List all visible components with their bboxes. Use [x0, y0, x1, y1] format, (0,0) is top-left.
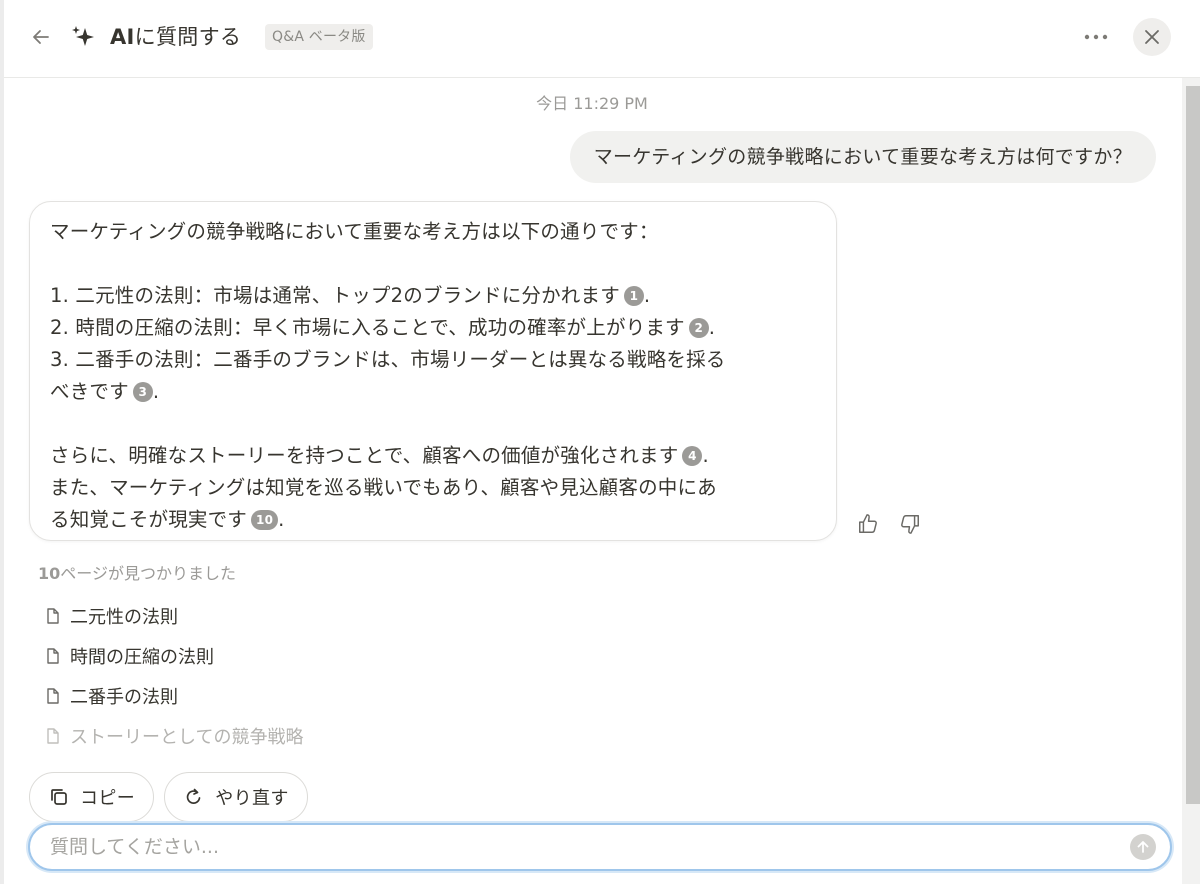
- beta-badge: Q&A ベータ版: [265, 24, 373, 50]
- scrollbar-thumb[interactable]: [1186, 86, 1200, 804]
- answer-paragraph: る知覚こそが現実です 10.: [50, 508, 285, 531]
- citation-badge[interactable]: 4: [682, 445, 703, 466]
- citation-badge[interactable]: 2: [688, 317, 709, 338]
- page-icon: [47, 688, 59, 704]
- citation-badge[interactable]: 3: [132, 381, 153, 402]
- answer-actions: コピー やり直す: [29, 772, 308, 822]
- chat-timestamp: 今日 11:29 PM: [536, 94, 648, 113]
- send-button[interactable]: [1130, 834, 1156, 860]
- citation-badge[interactable]: 1: [623, 285, 644, 306]
- answer-paragraph: また、マーケティングは知覚を巡る戦いでもあり、顧客や見込顧客の中にあ: [50, 476, 717, 499]
- user-question-bubble: マーケティングの競争戦略において重要な考え方は何ですか？: [569, 131, 1156, 183]
- more-options-icon[interactable]: [1080, 22, 1112, 52]
- answer-item-cont: べきです 3.: [50, 380, 160, 403]
- retry-button[interactable]: やり直す: [164, 772, 308, 822]
- source-link[interactable]: ストーリーとしての競争戦略: [44, 716, 303, 756]
- question-input[interactable]: [50, 825, 1110, 869]
- panel-header: AIに質問する Q&A ベータ版: [4, 0, 1200, 78]
- source-link[interactable]: 二元性の法則: [44, 596, 303, 636]
- title-rest: に質問する: [134, 25, 242, 49]
- answer-item: 2. 時間の圧縮の法則：早く市場に入ることで、成功の確率が上がります 2.: [50, 316, 716, 339]
- page-icon: [47, 608, 59, 624]
- page-icon: [47, 728, 59, 744]
- source-link[interactable]: 二番手の法則: [44, 676, 303, 716]
- answer-paragraph: さらに、明確なストーリーを持つことで、顧客への価値が強化されます 4.: [50, 444, 709, 467]
- copy-button[interactable]: コピー: [29, 772, 155, 822]
- thumbs-up-icon[interactable]: [854, 510, 882, 538]
- retry-icon: [183, 786, 205, 808]
- copy-icon: [48, 786, 70, 808]
- source-list: 二元性の法則 時間の圧縮の法則 二番手の法則 ストーリーとしての競争戦略: [44, 596, 303, 756]
- source-link[interactable]: 時間の圧縮の法則: [44, 636, 303, 676]
- close-icon: [1145, 30, 1159, 44]
- sparkle-icon: [68, 22, 98, 52]
- feedback-controls: [854, 510, 924, 538]
- arrow-up-icon: [1137, 841, 1149, 853]
- page-title: AIに質問する: [110, 22, 241, 52]
- citation-badge[interactable]: 10: [251, 509, 279, 530]
- ai-answer-bubble: マーケティングの競争戦略において重要な考え方は以下の通りです： 1. 二元性の法…: [29, 201, 837, 541]
- thumbs-down-icon[interactable]: [896, 510, 924, 538]
- close-button[interactable]: [1133, 18, 1171, 56]
- ai-qa-panel: AIに質問する Q&A ベータ版 今日 11:29 PM マーケティングの競争戦…: [4, 0, 1200, 884]
- back-arrow-icon[interactable]: [28, 24, 54, 50]
- answer-intro: マーケティングの競争戦略において重要な考え方は以下の通りです：: [50, 220, 659, 243]
- answer-item: 3. 二番手の法則：二番手のブランドは、市場リーダーとは異なる戦略を採る: [50, 348, 726, 371]
- question-input-box[interactable]: [28, 823, 1172, 871]
- answer-item: 1. 二元性の法則：市場は通常、トップ2のブランドに分かれます 1.: [50, 284, 651, 307]
- sources-count: 10ページが見つかりました: [38, 564, 236, 583]
- page-icon: [47, 648, 59, 664]
- title-ai: AI: [110, 25, 135, 49]
